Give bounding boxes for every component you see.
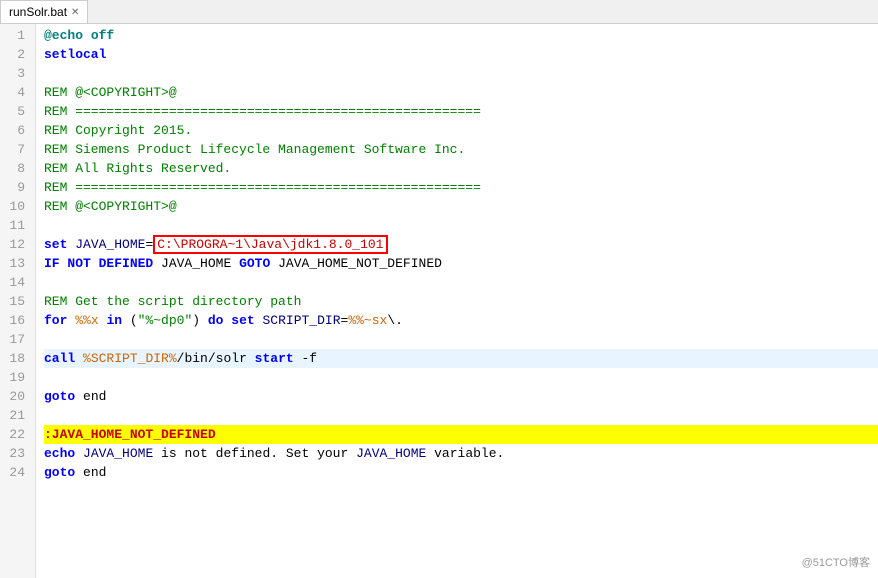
line-num-9: 9 <box>0 178 29 197</box>
tab-label: runSolr.bat <box>9 5 67 19</box>
tab-runsolr[interactable]: runSolr.bat ✕ <box>0 0 88 23</box>
line-num-15: 15 <box>0 292 29 311</box>
code-line-19 <box>44 368 878 387</box>
code-line-12: set JAVA_HOME=C:\PROGRA~1\Java\jdk1.8.0_… <box>44 235 878 254</box>
code-line-2: setlocal <box>44 45 878 64</box>
line-num-4: 4 <box>0 83 29 102</box>
line-num-7: 7 <box>0 140 29 159</box>
code-line-22: :JAVA_HOME_NOT_DEFINED <box>44 425 878 444</box>
line-num-21: 21 <box>0 406 29 425</box>
line-num-10: 10 <box>0 197 29 216</box>
line-num-16: 16 <box>0 311 29 330</box>
line-numbers: 1 2 3 4 5 6 7 8 9 10 11 12 13 14 15 16 1… <box>0 24 36 578</box>
line-num-3: 3 <box>0 64 29 83</box>
code-line-16: for %%x in ("%~dp0") do set SCRIPT_DIR=%… <box>44 311 878 330</box>
code-line-24: goto end <box>44 463 878 482</box>
tab-close-icon[interactable]: ✕ <box>71 7 79 18</box>
line-num-6: 6 <box>0 121 29 140</box>
code-line-11 <box>44 216 878 235</box>
line-num-13: 13 <box>0 254 29 273</box>
code-line-13: IF NOT DEFINED JAVA_HOME GOTO JAVA_HOME_… <box>44 254 878 273</box>
line-num-23: 23 <box>0 444 29 463</box>
watermark: @51CTO博客 <box>802 554 870 570</box>
line-num-19: 19 <box>0 368 29 387</box>
line-num-12: 12 <box>0 235 29 254</box>
line-num-2: 2 <box>0 45 29 64</box>
line-num-5: 5 <box>0 102 29 121</box>
code-line-5: REM ====================================… <box>44 102 878 121</box>
code-line-15: REM Get the script directory path <box>44 292 878 311</box>
code-content[interactable]: @echo off setlocal REM @<COPYRIGHT>@ REM… <box>36 24 878 578</box>
line-num-18: 18 <box>0 349 29 368</box>
code-line-1: @echo off <box>44 26 878 45</box>
code-line-10: REM @<COPYRIGHT>@ <box>44 197 878 216</box>
code-line-7: REM Siemens Product Lifecycle Management… <box>44 140 878 159</box>
code-line-14 <box>44 273 878 292</box>
code-line-3 <box>44 64 878 83</box>
code-line-4: REM @<COPYRIGHT>@ <box>44 83 878 102</box>
code-line-6: REM Copyright 2015. <box>44 121 878 140</box>
line-num-8: 8 <box>0 159 29 178</box>
code-line-23: echo JAVA_HOME is not defined. Set your … <box>44 444 878 463</box>
line-num-24: 24 <box>0 463 29 482</box>
code-line-9: REM ====================================… <box>44 178 878 197</box>
code-line-20: goto end <box>44 387 878 406</box>
line-num-20: 20 <box>0 387 29 406</box>
code-line-18: call %SCRIPT_DIR%/bin/solr start -f <box>44 349 878 368</box>
tab-bar: runSolr.bat ✕ <box>0 0 878 24</box>
line-num-11: 11 <box>0 216 29 235</box>
code-line-21 <box>44 406 878 425</box>
line-num-22: 22 <box>0 425 29 444</box>
code-line-17 <box>44 330 878 349</box>
code-editor: 1 2 3 4 5 6 7 8 9 10 11 12 13 14 15 16 1… <box>0 24 878 578</box>
line-num-17: 17 <box>0 330 29 349</box>
code-line-8: REM All Rights Reserved. <box>44 159 878 178</box>
line-num-1: 1 <box>0 26 29 45</box>
line-num-14: 14 <box>0 273 29 292</box>
java-home-path: C:\PROGRA~1\Java\jdk1.8.0_101 <box>153 235 387 254</box>
